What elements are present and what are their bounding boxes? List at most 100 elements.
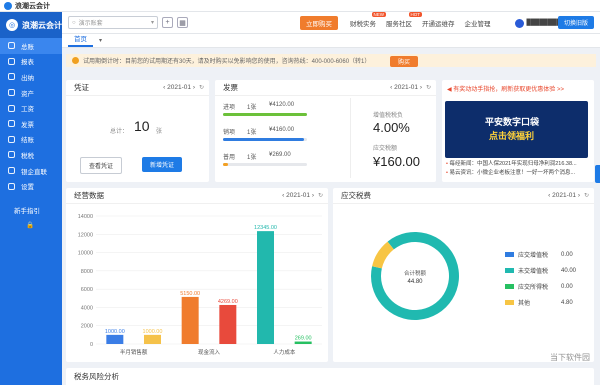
biz-bar-chart: 0 2000 4000 6000 8000 10000 12000 14000 1000.00 1… [78,214,322,356]
refresh-icon[interactable]: ↻ [426,84,431,91]
new-voucher-button[interactable]: 新增凭证 [142,157,183,172]
sidebar-item-7[interactable]: 税税 [0,147,62,163]
bar[interactable] [181,296,199,344]
report-icon [8,57,15,65]
tax-legend-item: 应交增值税 0.00 [505,250,573,259]
invoice-count: 1张 [247,105,257,111]
invoice-icon [8,120,15,128]
salary-icon [8,104,15,112]
sidebar-item-9[interactable]: 设置 [0,178,62,194]
account-selector[interactable]: ○ 演示账套 ▾ [68,16,158,29]
cashier-icon [8,73,15,81]
bar-value-label: 1000.00 [143,329,163,335]
invoice-bar-track [223,163,307,166]
legend-label: 应交增值税 [518,253,549,259]
tab-home[interactable]: 首页 [68,31,93,47]
news-item[interactable]: • 易云资讯：小微企业老板注意！一好一坏两个消息... [446,169,590,178]
donut-slice[interactable] [372,241,394,269]
legend-label: 其他 [518,301,531,307]
sidebar-item-5[interactable]: 发票 [0,116,62,132]
voucher-period[interactable]: ‹ 2021-01 › [163,84,195,91]
view-voucher-button[interactable]: 查看凭证 [80,157,123,174]
legend-swatch [505,252,514,257]
tax-legend-item: 应交所得税 0.00 [505,282,573,291]
top-link-2[interactable]: 开通运维存 [422,18,455,28]
news-item[interactable]: • 每经新闻：中国人保2021年实现归母净利润216.38... [446,160,590,169]
checkout-icon [8,135,15,143]
banner-title: 平安数字口袋 [485,117,540,127]
sidebar-item-4[interactable]: 工资 [0,100,62,116]
y-tick-label: 12000 [78,232,93,238]
tax-title: 应交税费 [341,191,371,200]
bar-value-label: 1000.00 [105,329,125,335]
brand-name: 浪潮云会计 [22,20,62,30]
sidebar-item-label: 设置 [21,184,34,192]
y-tick-label: 4000 [81,305,93,311]
guide-label: 新手指引 [14,207,40,215]
settings-icon [8,182,15,190]
sidebar-item-8[interactable]: 银企直联 [0,163,62,179]
y-tick-label: 8000 [81,269,93,275]
sidebar-item-label: 资产 [21,90,34,98]
sidebar-item-label: 总账 [21,43,34,51]
news-headline[interactable]: ◀ 有奖动动手指抢，刷新获取更优惠体验 >> [447,84,564,93]
brand-logo-icon: ◎ [6,19,18,31]
refresh-icon[interactable]: ↻ [318,192,323,199]
notice-buy-button[interactable]: 购买 [390,56,419,67]
biz-data-card: 经营数据 ‹ 2021-01 › ↻ 0 2000 4000 6000 8000 1000… [66,188,328,362]
legend-label: 未交增值税 [518,269,549,275]
refresh-icon[interactable]: ↻ [584,192,589,199]
tab-dropdown-icon[interactable]: ▾ [99,37,102,47]
user-menu[interactable]: ████████ [514,18,561,28]
refresh-icon[interactable]: ↻ [199,84,204,91]
voucher-total-value: 10 [134,118,150,134]
invoice-type: 进项 [223,105,236,111]
top-link-0[interactable]: 财税实务 NEW [350,12,386,28]
y-tick-label: 10000 [78,251,93,257]
bar[interactable] [106,334,124,344]
tax-legend-item: 其他 4.80 [505,298,573,307]
tax-period[interactable]: ‹ 2021-01 › [548,192,580,199]
sidebar-brand: ◎ 浪潮云会计 [0,12,62,38]
top-link-3[interactable]: 企业管理 [465,18,491,28]
add-account-icon[interactable]: + [162,17,173,28]
bar[interactable] [144,334,161,344]
legend-swatch [505,300,514,305]
bar-value-label: 4269.00 [218,299,238,305]
sidebar-item-guide[interactable]: 新手指引 [0,202,62,218]
bar[interactable] [294,341,312,344]
sidebar-item-1[interactable]: 报表 [0,54,62,70]
bar[interactable] [219,304,237,344]
sidebar-item-3[interactable]: 资产 [0,85,62,101]
promo-banner[interactable]: 平安数字口袋 点击领福利 [445,101,588,158]
calendar-icon[interactable]: ▦ [177,17,188,28]
invoice-bar-fill [223,163,229,166]
sidebar-item-label: 结账 [21,137,34,145]
tab-bar: 首页 ▾ [62,34,600,48]
biz-period[interactable]: ‹ 2021-01 › [282,192,314,199]
invoice-type: 普用 [223,155,236,161]
sidebar-item-2[interactable]: 出纳 [0,69,62,85]
legend-value: 0.00 [561,251,573,258]
sidebar-item-label: 报表 [21,59,34,67]
voucher-title: 凭证 [74,83,89,92]
sidebar-item-label: 发票 [21,121,34,129]
sidebar-item-label: 出纳 [21,74,34,82]
voucher-total-label: 总计： [110,129,129,135]
banner-subtitle: 点击领福利 [489,131,535,141]
switch-version-button[interactable]: 切换旧版 [557,16,594,29]
sidebar-item-6[interactable]: 结账 [0,132,62,148]
side-expand-handle[interactable] [595,165,600,183]
bar[interactable] [257,231,274,344]
voucher-unit: 张 [156,129,163,135]
y-tick-label: 0 [90,342,93,348]
risk-title: 税务风险分析 [74,371,119,381]
sidebar-item-0[interactable]: 总账 [0,38,62,54]
sidebar-lock[interactable]: 🔒 [0,218,62,234]
invoice-type: 销项 [223,130,236,136]
app-logo-icon [4,1,12,10]
y-tick-label: 14000 [78,214,93,220]
top-link-1[interactable]: 服务社区 HOT [386,12,422,28]
invoice-period[interactable]: ‹ 2021-01 › [390,84,422,91]
buy-now-button[interactable]: 立即购买 [300,16,338,30]
